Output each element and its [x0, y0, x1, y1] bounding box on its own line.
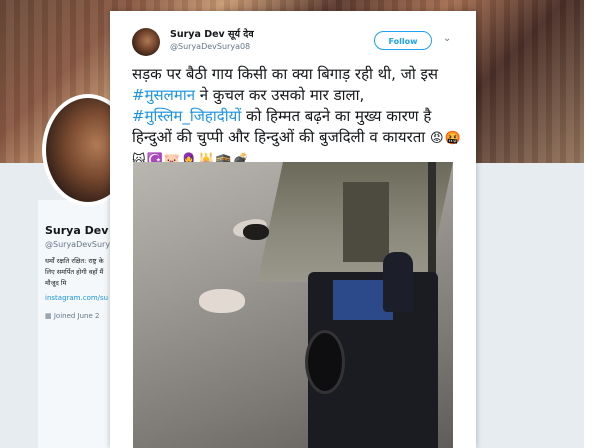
follow-button[interactable]: Follow: [374, 31, 432, 50]
joined-text: Joined June 2: [53, 312, 100, 320]
calendar-icon: ▦: [45, 312, 54, 320]
author-name[interactable]: Surya Dev सूर्य देव: [170, 27, 254, 40]
video-frame-person: [383, 252, 413, 312]
tweet-text-part: ने कुचल कर उसको मार डाला,: [195, 86, 365, 104]
chevron-down-icon[interactable]: ⌄: [443, 34, 453, 44]
tweet-text: सड़क पर बैठी गाय किसी का क्या बिगाड़ रही…: [132, 64, 462, 171]
hashtag-link[interactable]: #मुस्लिम_जिहादीयों: [132, 107, 241, 125]
video-frame-wheel: [305, 330, 345, 394]
video-frame-dog: [243, 224, 269, 240]
tweet-text-part: सड़क पर बैठी गाय किसी का क्या बिगाड़ रही…: [132, 65, 438, 83]
tweet-video[interactable]: [133, 162, 453, 448]
hashtag-link[interactable]: #मुसलमान: [132, 86, 195, 104]
author-avatar[interactable]: [132, 28, 160, 56]
video-frame-cow-lying: [199, 289, 245, 313]
profile-handle: @SuryaDevSurya: [45, 240, 115, 249]
profile-joined-date: ▦ Joined June 2: [45, 312, 109, 320]
profile-link[interactable]: instagram.com/su: [45, 294, 109, 302]
video-frame-shop: [343, 182, 389, 262]
page-edge: [584, 0, 592, 448]
author-handle[interactable]: @SuryaDevSurya08: [170, 42, 250, 51]
tweet-card: Surya Dev सूर्य देव @SuryaDevSurya08 Fol…: [110, 11, 476, 448]
profile-name[interactable]: Surya Dev: [45, 224, 108, 237]
